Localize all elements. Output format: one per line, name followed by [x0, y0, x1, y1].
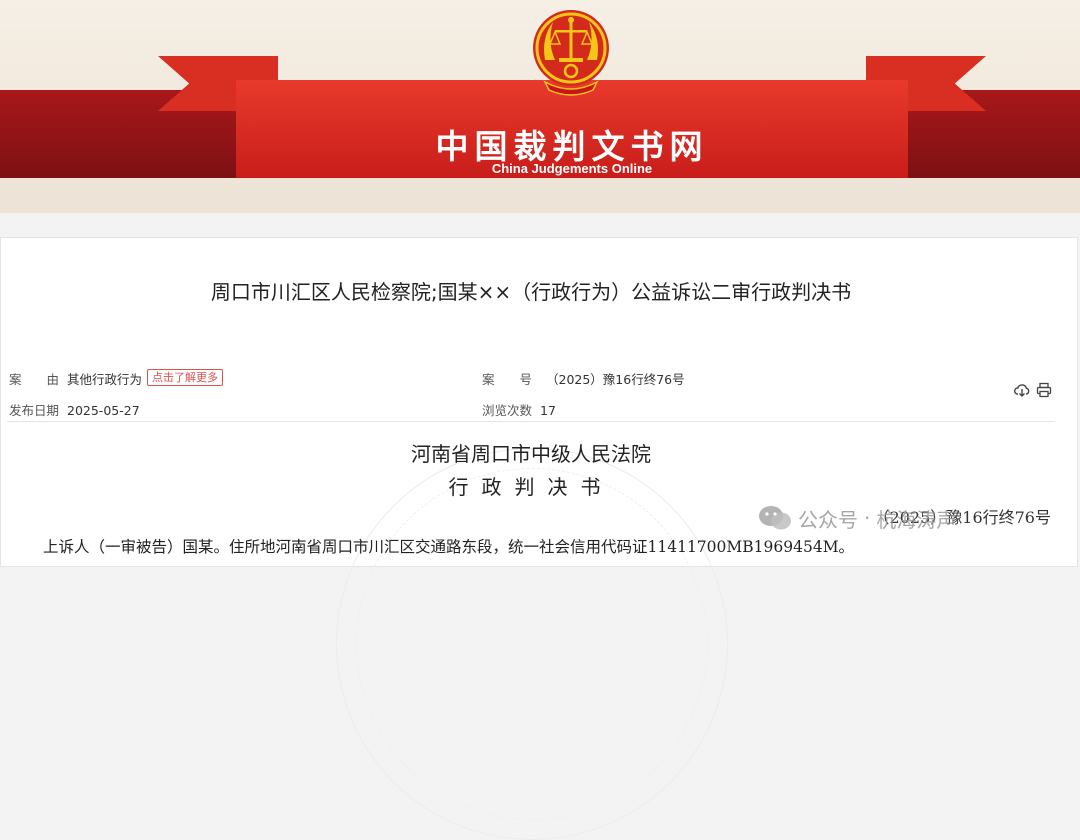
seal-watermark-inner	[356, 468, 708, 820]
cloud-download-icon[interactable]	[1014, 382, 1030, 398]
watermark-separator: ·	[864, 506, 871, 530]
cause-row: 案 由 其他行政行为 点击了解更多	[9, 369, 223, 389]
case-number-row: 案 号 （2025）豫16行终76号	[482, 369, 685, 388]
watermark-account: 杭海涛声	[876, 507, 957, 532]
publish-date-row: 发布日期 2025-05-27	[9, 400, 140, 419]
document-title: 周口市川汇区人民检察院;国某××（行政行为）公益诉讼二审行政判决书	[210, 280, 852, 304]
view-count-row: 浏览次数 17	[482, 400, 556, 419]
first-paragraph: 上诉人（一审被告）国某。住所地河南省周口市川汇区交通路东段，统一社会信用代码证1…	[43, 538, 855, 556]
case-number-value: （2025）豫16行终76号	[546, 372, 685, 387]
cause-value: 其他行政行为	[67, 372, 143, 387]
site-subtitle: China Judgements Online	[491, 161, 653, 176]
court-name: 河南省周口市中级人民法院	[411, 442, 651, 466]
court-emblem-icon	[533, 10, 609, 96]
watermark-platform: 公众号	[798, 507, 858, 532]
case-number-label: 案 号	[482, 372, 533, 387]
cause-label: 案 由	[9, 372, 60, 387]
site-header: 中国裁判文书网 China Judgements Online	[0, 0, 1080, 213]
view-count-label: 浏览次数	[482, 403, 533, 418]
wechat-icon	[759, 506, 791, 530]
publish-date-value: 2025-05-27	[67, 403, 140, 418]
learn-more-link[interactable]: 点击了解更多	[147, 369, 223, 386]
wechat-watermark: 公众号 · 杭海涛声	[758, 500, 956, 536]
view-count-value: 17	[540, 403, 556, 418]
publish-date-label: 发布日期	[9, 403, 60, 418]
document-type: 行政判决书	[448, 475, 614, 499]
meta-divider	[7, 421, 1055, 422]
printer-icon[interactable]	[1036, 382, 1052, 398]
